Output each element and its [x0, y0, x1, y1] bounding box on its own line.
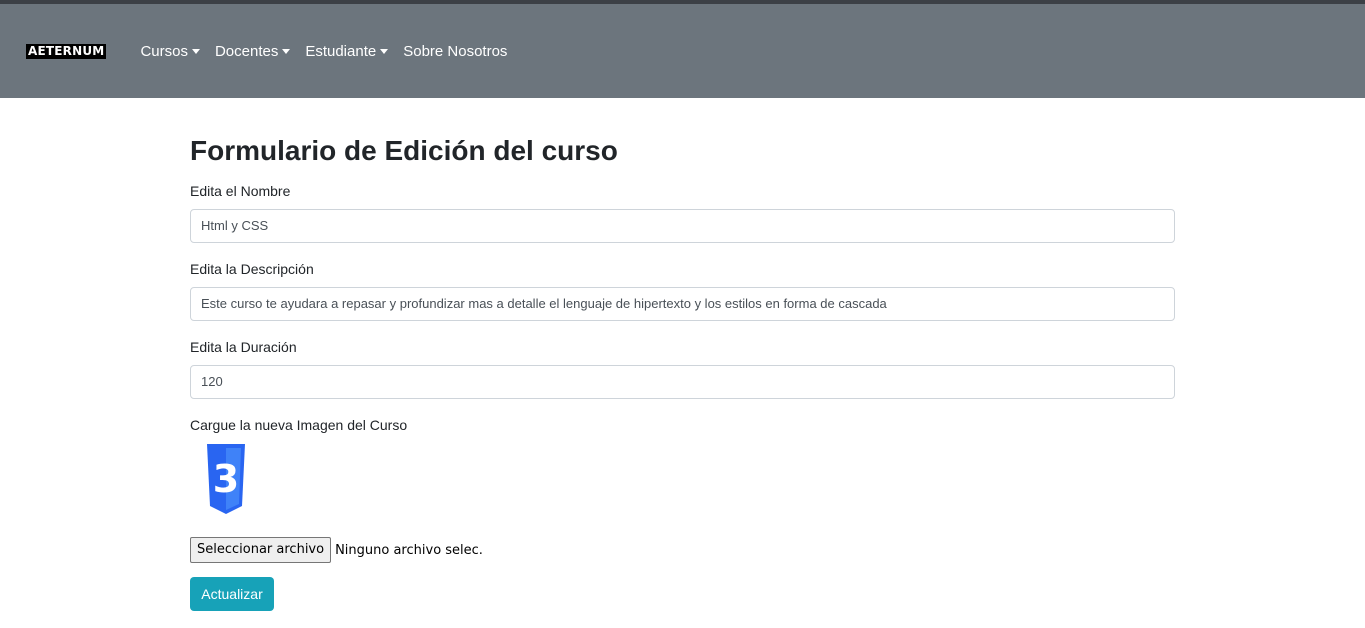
brand-logo[interactable]: AETERNUM — [26, 43, 107, 59]
nav-item-label: Cursos — [140, 42, 188, 60]
nav-item-label: Docentes — [214, 42, 279, 60]
nav-item-estudiante[interactable]: Estudiante — [305, 42, 389, 60]
nav-item-label: Sobre Nosotros — [403, 42, 508, 60]
duracion-label: Edita la Duración — [190, 339, 297, 355]
imagen-label: Cargue la nueva Imagen del Curso — [190, 417, 408, 433]
file-upload: Seleccionar archivo Ninguno archivo sele… — [190, 537, 1175, 563]
css3-logo-icon: 3 — [206, 443, 246, 515]
update-button[interactable]: Actualizar — [190, 577, 274, 611]
form-container: Formulario de Edición del curso Edita el… — [190, 98, 1175, 611]
svg-text:3: 3 — [213, 457, 239, 501]
duracion-input[interactable]: 120 — [190, 365, 1175, 399]
navbar: AETERNUM Cursos Docentes Estudiante Sobr… — [0, 4, 1365, 98]
caret-down-icon — [191, 49, 200, 54]
page-title: Formulario de Edición del curso — [190, 135, 618, 166]
nombre-input[interactable]: Html y CSS — [190, 209, 1175, 243]
caret-down-icon — [380, 49, 389, 54]
nav-menu: Cursos Docentes Estudiante Sobre Nosotro… — [140, 43, 522, 60]
nav-item-sobre-nosotros[interactable]: Sobre Nosotros — [403, 43, 507, 60]
caret-down-icon — [282, 49, 291, 54]
nav-item-label: Estudiante — [305, 42, 377, 60]
descripcion-input[interactable]: Este curso te ayudara a repasar y profun… — [190, 287, 1175, 321]
choose-file-button[interactable]: Seleccionar archivo — [190, 537, 332, 563]
nombre-label: Edita el Nombre — [190, 183, 291, 199]
nav-item-cursos[interactable]: Cursos — [140, 43, 200, 60]
descripcion-label: Edita la Descripción — [190, 261, 314, 277]
nav-item-docentes[interactable]: Docentes — [214, 42, 291, 60]
file-status-text: Ninguno archivo selec. — [335, 542, 483, 558]
